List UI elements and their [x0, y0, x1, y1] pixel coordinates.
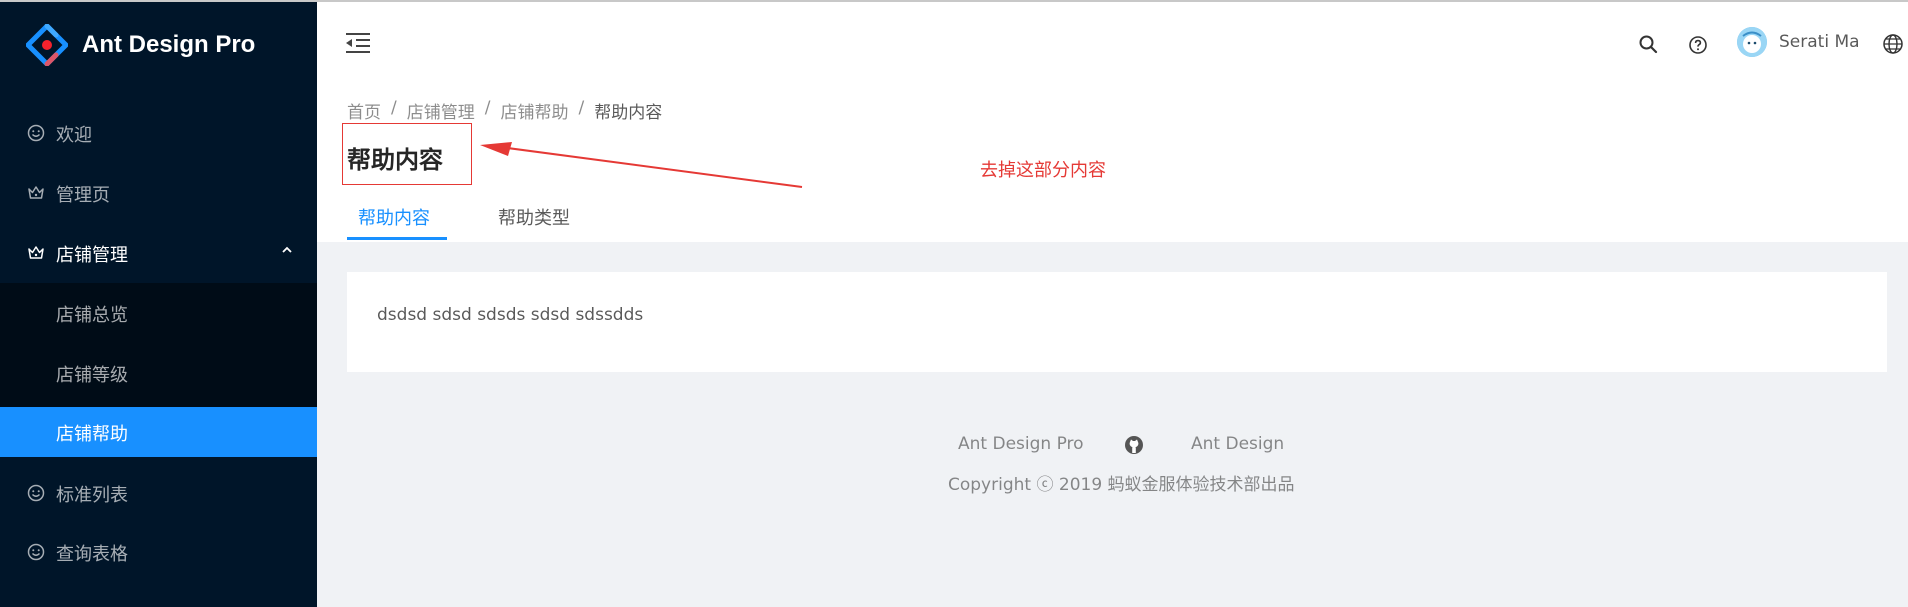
footer-link-ant-design-pro[interactable]: Ant Design Pro: [958, 434, 1084, 454]
smile-icon: [27, 543, 45, 561]
sidebar-item-label: 查询表格: [56, 544, 128, 565]
top-header: Serati Ma: [317, 2, 1908, 82]
sidebar-item-query-table[interactable]: 查询表格: [0, 527, 317, 577]
chevron-up-icon: [282, 246, 292, 253]
footer-link-ant-design[interactable]: Ant Design: [1191, 434, 1284, 454]
content-card: dsdsd sdsd sdsds sdsd sdssdds: [347, 272, 1887, 372]
sidebar-item-shop-overview[interactable]: 店铺总览: [0, 288, 317, 338]
annotation-text: 去掉这部分内容: [980, 160, 1106, 181]
window-top-border: [0, 0, 1908, 2]
page-title: 帮助内容: [347, 146, 443, 174]
crown-icon: [28, 186, 44, 199]
user-name[interactable]: Serati Ma: [1779, 32, 1860, 52]
sidebar-item-standard-list[interactable]: 标准列表: [0, 468, 317, 518]
menu-fold-icon[interactable]: [346, 32, 370, 54]
breadcrumb-item-current: 帮助内容: [594, 103, 663, 123]
avatar[interactable]: [1737, 27, 1767, 57]
question-circle-icon[interactable]: [1688, 35, 1708, 55]
annotation-arrow-icon: [480, 142, 803, 188]
sidebar-item-label: 标准列表: [56, 485, 128, 506]
search-icon[interactable]: [1638, 34, 1658, 54]
sidebar-item-shop-help[interactable]: 店铺帮助: [0, 407, 317, 457]
logo[interactable]: Ant Design Pro: [26, 22, 255, 68]
breadcrumb-separator: /: [578, 98, 585, 118]
sidebar-item-label: 欢迎: [56, 125, 92, 146]
tab-active-indicator: [347, 237, 447, 240]
sidebar-item-label: 店铺总览: [56, 305, 128, 326]
smile-icon: [27, 484, 45, 502]
sidebar-item-welcome[interactable]: 欢迎: [0, 108, 317, 158]
crown-icon: [28, 246, 44, 259]
content-text: dsdsd sdsd sdsds sdsd sdssdds: [377, 305, 644, 325]
sidebar-item-label: 管理页: [56, 185, 110, 206]
app-title: Ant Design Pro: [82, 31, 256, 58]
global-icon[interactable]: [1882, 33, 1904, 55]
github-icon[interactable]: [1124, 435, 1144, 455]
avatar-image-icon: [1737, 27, 1767, 57]
copyright-text: Copyright ⓒ 2019 蚂蚁金服体验技术部出品: [948, 475, 1295, 495]
tab-help-content[interactable]: 帮助内容: [358, 204, 430, 230]
sidebar-item-label: 店铺等级: [56, 365, 128, 386]
breadcrumb-item-shop-help[interactable]: 店铺帮助: [500, 98, 568, 123]
breadcrumb: 首页 / 店铺管理 / 店铺帮助 / 帮助内容: [347, 98, 662, 123]
sidebar-item-shop-management[interactable]: 店铺管理: [0, 228, 317, 278]
ant-design-logo-icon: [26, 24, 68, 66]
breadcrumb-separator: /: [391, 98, 397, 118]
breadcrumb-separator: /: [484, 98, 491, 118]
page-header: 首页 / 店铺管理 / 店铺帮助 / 帮助内容 帮助内容 去掉这部分内容 帮助内…: [317, 82, 1908, 242]
smile-icon: [27, 124, 45, 142]
shop-management-submenu: 店铺总览 店铺等级 店铺帮助: [0, 283, 317, 457]
breadcrumb-item-home[interactable]: 首页: [347, 98, 381, 123]
breadcrumb-item-shop-management[interactable]: 店铺管理: [407, 98, 475, 123]
sidebar: Ant Design Pro 欢迎 管理页 店铺管理 店铺总览 店铺等级 店铺帮…: [0, 0, 317, 607]
sidebar-item-label: 店铺管理: [56, 245, 128, 266]
tab-help-type[interactable]: 帮助类型: [498, 204, 570, 230]
sidebar-item-shop-level[interactable]: 店铺等级: [0, 348, 317, 398]
sidebar-item-admin[interactable]: 管理页: [0, 168, 317, 218]
sidebar-item-label: 店铺帮助: [56, 424, 128, 445]
